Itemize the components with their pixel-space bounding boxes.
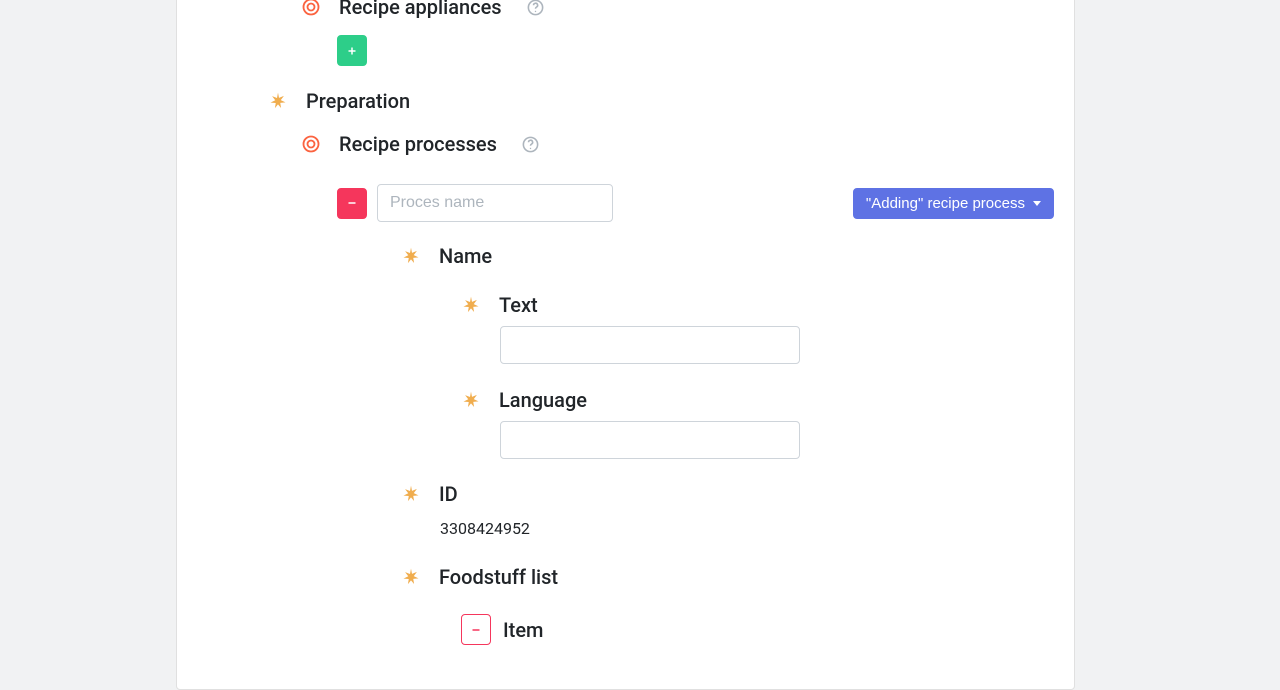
asterisk-icon (401, 567, 421, 587)
chevron-down-icon (1033, 201, 1041, 206)
asterisk-icon (461, 390, 481, 410)
add-appliance-button[interactable] (337, 35, 367, 66)
section-appliances: Recipe appliances (301, 0, 545, 19)
process-type-dropdown-label: "Adding" recipe process (866, 196, 1025, 211)
target-icon (301, 0, 321, 17)
process-id-value: 3308424952 (440, 519, 530, 538)
process-type-dropdown[interactable]: "Adding" recipe process (853, 188, 1054, 219)
asterisk-icon (461, 295, 481, 315)
remove-item-button[interactable] (461, 614, 491, 645)
process-language-label: Language (499, 388, 587, 412)
process-language-input[interactable] (500, 421, 800, 459)
asterisk-icon (401, 484, 421, 504)
section-processes-label: Recipe processes (339, 132, 497, 156)
section-processes: Recipe processes (301, 132, 540, 156)
process-name-label: Name (439, 244, 492, 268)
foodstuff-section: Foodstuff list (401, 565, 558, 589)
remove-process-button[interactable] (337, 188, 367, 219)
process-id-section: ID (401, 482, 458, 506)
foodstuff-item-label: Item (503, 618, 543, 642)
section-preparation-label: Preparation (306, 89, 410, 113)
process-language-section: Language (461, 388, 587, 412)
foodstuff-label: Foodstuff list (439, 565, 558, 589)
section-appliances-label: Recipe appliances (339, 0, 502, 19)
process-text-section: Text (461, 293, 538, 317)
process-id-label: ID (439, 482, 458, 506)
process-name-input[interactable] (377, 184, 613, 222)
section-preparation: Preparation (268, 89, 410, 113)
help-icon[interactable] (526, 0, 545, 17)
process-text-input[interactable] (500, 326, 800, 364)
target-icon (301, 134, 321, 154)
asterisk-icon (268, 91, 288, 111)
process-name-section: Name (401, 244, 492, 268)
process-text-label: Text (499, 293, 538, 317)
form-card: Recipe appliances Preparation Recipe pro… (176, 0, 1075, 690)
asterisk-icon (401, 246, 421, 266)
help-icon[interactable] (521, 135, 540, 154)
